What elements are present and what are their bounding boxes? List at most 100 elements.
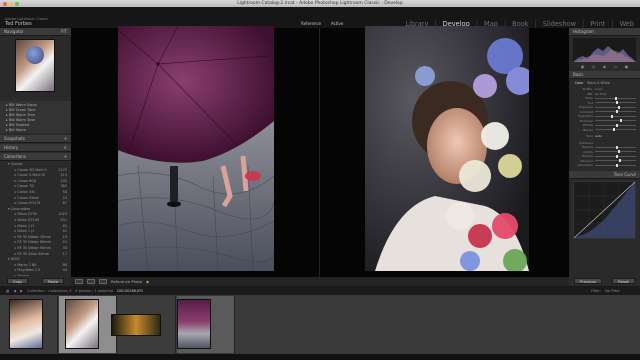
slider-track[interactable]: [595, 110, 636, 114]
module-web[interactable]: Web: [620, 20, 634, 28]
add-snapshot-icon[interactable]: +: [64, 136, 67, 141]
navigator-preview-detail: [26, 46, 44, 64]
slider-track[interactable]: [595, 96, 636, 100]
filmstrip-bar: ▦ ◀ ▶ Collection : Collections 3 5 photo…: [0, 286, 640, 295]
red-eye-tool-icon[interactable]: ◉: [603, 64, 607, 69]
slider-handle[interactable]: [616, 101, 619, 105]
histogram-header[interactable]: Histogram: [569, 28, 640, 36]
history-header[interactable]: History ×: [0, 144, 71, 152]
paste-button[interactable]: Paste: [41, 278, 65, 284]
slider-track[interactable]: [595, 123, 636, 127]
brush-tool-icon[interactable]: ●: [625, 64, 629, 69]
filmstrip: [0, 295, 640, 354]
navigator-preview[interactable]: [15, 39, 55, 92]
profile-value[interactable]: Color: [595, 87, 603, 91]
basic-header[interactable]: Basic: [569, 71, 640, 79]
slider-track[interactable]: [595, 119, 636, 123]
clear-history-icon[interactable]: ×: [64, 145, 67, 150]
tone-label: Tone: [586, 134, 593, 139]
reference-mode-label: Reference Photo: [111, 279, 143, 284]
reference-label: Reference: [301, 21, 322, 26]
graduated-filter-icon[interactable]: ▭: [614, 64, 618, 69]
slider-handle[interactable]: [617, 105, 620, 109]
tool-strip: ▣ ◎ ◉ ▭ ●: [577, 64, 632, 69]
preset-item[interactable]: ▸ BW Warm: [0, 127, 71, 132]
previous-button[interactable]: Previous: [574, 278, 603, 284]
filmstrip-forward-icon[interactable]: ▶: [20, 289, 23, 293]
compare-view-icon[interactable]: [87, 279, 95, 284]
add-collection-icon[interactable]: +: [64, 154, 67, 159]
slider-handle[interactable]: [617, 150, 620, 154]
slider-track[interactable]: [595, 114, 636, 118]
navigator-zoom[interactable]: FIT: [61, 29, 67, 34]
filter-value[interactable]: No Filter: [605, 289, 620, 293]
slider-handle[interactable]: [611, 114, 614, 118]
slider-saturation[interactable]: Saturation: [573, 163, 636, 168]
slider-label: Vibrance: [579, 158, 593, 163]
reference-pane[interactable]: Reference: [71, 21, 321, 277]
slider-track[interactable]: [595, 101, 636, 105]
filmstrip-back-icon[interactable]: ◀: [13, 289, 16, 293]
filmstrip-source-path[interactable]: Collection : Collections 3: [27, 289, 71, 293]
basic-sliders: Temp Tint Exposure Contrast Highlights Shadow…: [569, 96, 640, 132]
lock-indicator-icon[interactable]: ◆: [146, 279, 149, 284]
module-print[interactable]: Print: [590, 20, 605, 28]
history-title: History: [4, 145, 19, 150]
slider-label: Shadows: [579, 118, 593, 123]
module-separator: |: [581, 20, 585, 28]
slider-track[interactable]: [595, 150, 636, 154]
portrait-flowers-image: [365, 26, 529, 271]
filmstrip-thumb-3[interactable]: [111, 296, 176, 353]
reset-button[interactable]: Reset: [612, 278, 635, 284]
slider-handle[interactable]: [615, 145, 618, 149]
slider-blacks[interactable]: Blacks: [573, 128, 636, 133]
slider-track[interactable]: [595, 128, 636, 132]
slider-handle[interactable]: [613, 128, 616, 132]
treatment-row: Color Black & White: [575, 81, 634, 85]
module-slideshow[interactable]: Slideshow: [543, 20, 576, 28]
loupe-view-icon[interactable]: [75, 279, 83, 284]
collections-header[interactable]: Collections +: [0, 153, 71, 161]
filmstrip-toggle-bar[interactable]: [0, 354, 640, 360]
collection-count: 17: [62, 251, 67, 256]
spot-removal-tool-icon[interactable]: ◎: [592, 64, 596, 69]
histogram-chart[interactable]: [573, 38, 636, 62]
slider-track[interactable]: [595, 159, 636, 163]
active-pane[interactable]: Active: [321, 21, 569, 277]
filmstrip-grid-icon[interactable]: ▦: [6, 289, 9, 293]
tone-auto-button[interactable]: Auto: [595, 134, 602, 138]
basic-title: Basic: [573, 72, 584, 77]
tone-curve-graph[interactable]: [573, 180, 636, 239]
slider-track[interactable]: [595, 163, 636, 167]
thumb-image-1: [9, 299, 43, 349]
slider-handle[interactable]: [618, 159, 621, 163]
slider-track[interactable]: [595, 145, 636, 149]
collections-title: Collections: [4, 154, 26, 159]
slider-handle[interactable]: [615, 163, 618, 167]
navigator-header[interactable]: Navigator FIT: [0, 28, 71, 36]
wb-value[interactable]: As Shot: [595, 92, 606, 96]
slider-track[interactable]: [595, 105, 636, 109]
presets-list: ▸ BW Warm Sepia ▸ BW Green Tone ▸ BW Warm …: [0, 101, 71, 133]
slider-track[interactable]: [595, 154, 636, 158]
copy-button[interactable]: Copy: [6, 278, 29, 284]
treatment-color[interactable]: Color: [575, 81, 583, 85]
slider-handle[interactable]: [615, 123, 618, 127]
filmstrip-thumb-2[interactable]: [59, 296, 117, 353]
reference-view: Reference Active: [71, 21, 569, 277]
reference-view-icon[interactable]: [99, 279, 107, 284]
slider-handle[interactable]: [615, 110, 618, 114]
tone-curve-header[interactable]: Tone Curve: [569, 170, 640, 179]
filmstrip-thumb-4[interactable]: [177, 296, 235, 353]
treatment-bw[interactable]: Black & White: [587, 81, 609, 85]
reference-photo: [118, 26, 274, 271]
right-panel-buttons: Previous Reset: [569, 276, 640, 286]
module-separator: |: [534, 20, 537, 28]
slider-handle[interactable]: [619, 119, 622, 123]
crop-tool-icon[interactable]: ▣: [581, 64, 585, 69]
filmstrip-thumb-1[interactable]: [0, 296, 58, 353]
slider-handle[interactable]: [615, 154, 618, 158]
slider-handle[interactable]: [614, 96, 617, 100]
snapshots-header[interactable]: Snapshots +: [0, 135, 71, 143]
left-panel: Navigator FIT ▸ BW Warm Sepia ▸ BW Green …: [0, 28, 71, 311]
